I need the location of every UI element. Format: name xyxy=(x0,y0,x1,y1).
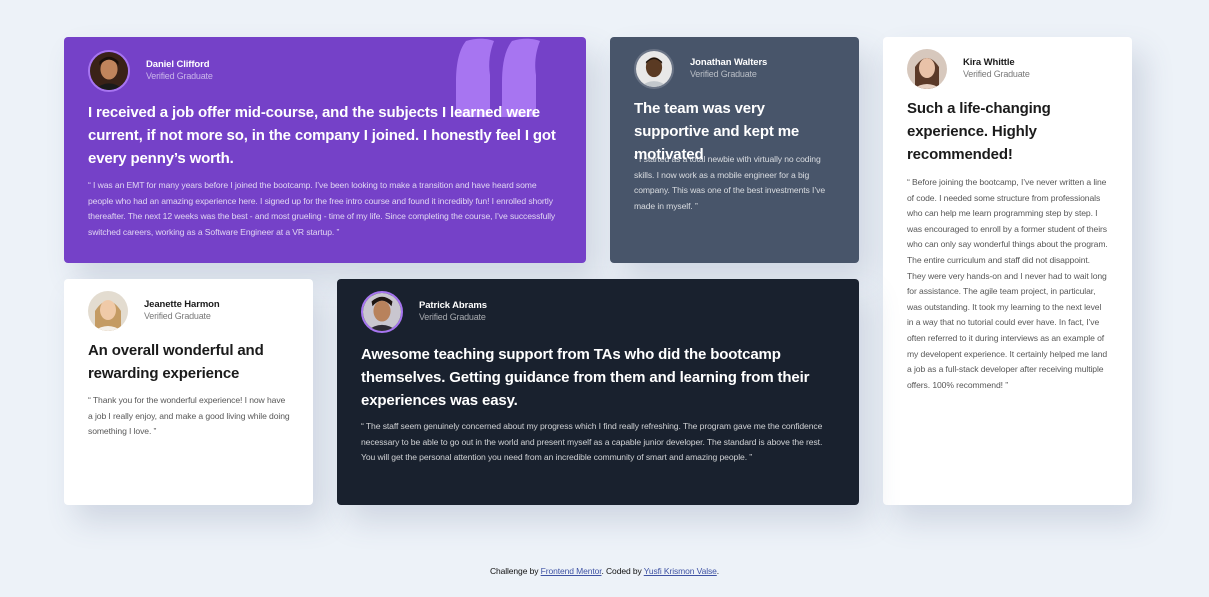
testimonial-header-jonathan: Jonathan Walters Verified Graduate xyxy=(634,49,767,89)
testimonial-header-jeanette: Jeanette Harmon Verified Graduate xyxy=(88,291,220,331)
avatar-jonathan xyxy=(634,49,674,89)
avatar-jonathan-image xyxy=(636,51,672,87)
avatar-jeanette xyxy=(88,291,128,331)
testimonial-card-kira: Kira Whittle Verified Graduate Such a li… xyxy=(883,37,1132,505)
avatar-daniel-image xyxy=(90,52,128,90)
testimonial-name: Jeanette Harmon xyxy=(144,299,220,311)
testimonial-headline: I received a job offer mid-course, and t… xyxy=(88,104,556,167)
avatar-kira-image xyxy=(907,49,947,89)
testimonial-role: Verified Graduate xyxy=(144,311,211,322)
avatar-kira xyxy=(907,49,947,89)
testimonial-header-daniel: Daniel Clifford Verified Graduate xyxy=(88,50,213,92)
testimonial-card-jonathan: Jonathan Walters Verified Graduate The t… xyxy=(610,37,859,263)
testimonial-name: Daniel Clifford xyxy=(146,59,210,71)
testimonial-body: “ I was an EMT for many years before I j… xyxy=(88,180,556,237)
testimonial-role: Verified Graduate xyxy=(690,69,757,80)
avatar-patrick-image xyxy=(363,293,401,331)
testimonial-body: “ The staff seem genuinely concerned abo… xyxy=(361,421,823,463)
testimonial-headline: Such a life-changing experience. Highly … xyxy=(907,100,1051,163)
testimonial-role: Verified Graduate xyxy=(146,71,213,82)
testimonial-header-patrick: Patrick Abrams Verified Graduate xyxy=(361,291,487,333)
testimonial-card-patrick: Patrick Abrams Verified Graduate Awesome… xyxy=(337,279,859,505)
avatar-daniel xyxy=(88,50,130,92)
testimonial-headline: An overall wonderful and rewarding exper… xyxy=(88,342,264,382)
testimonial-name: Patrick Abrams xyxy=(419,300,487,312)
author-link[interactable]: Yusfi Krismon Valse xyxy=(644,566,717,576)
testimonial-headline: Awesome teaching support from TAs who di… xyxy=(361,346,810,409)
footer-prefix: Challenge by xyxy=(489,566,541,576)
testimonial-name: Jonathan Walters xyxy=(690,57,768,69)
testimonial-role: Verified Graduate xyxy=(419,312,486,323)
avatar-jeanette-image xyxy=(88,291,128,331)
testimonial-role: Verified Graduate xyxy=(963,69,1030,80)
testimonial-name: Kira Whittle xyxy=(963,57,1015,69)
attribution-footer: Challenge by Frontend Mentor. Coded by Y… xyxy=(0,566,1209,576)
testimonial-body: “ I started as a total newbie with virtu… xyxy=(634,154,826,211)
frontend-mentor-link[interactable]: Frontend Mentor xyxy=(541,566,602,576)
avatar-patrick xyxy=(361,291,403,333)
footer-suffix: . xyxy=(716,566,720,576)
testimonial-body: “ Thank you for the wonderful experience… xyxy=(88,395,290,437)
testimonial-body: “ Before joining the bootcamp, I’ve neve… xyxy=(907,177,1108,390)
testimonial-card-daniel: Daniel Clifford Verified Graduate I rece… xyxy=(64,37,586,263)
testimonial-card-jeanette: Jeanette Harmon Verified Graduate An ove… xyxy=(64,279,313,505)
testimonial-header-kira: Kira Whittle Verified Graduate xyxy=(907,49,1030,89)
footer-middle: . Coded by xyxy=(601,566,644,576)
